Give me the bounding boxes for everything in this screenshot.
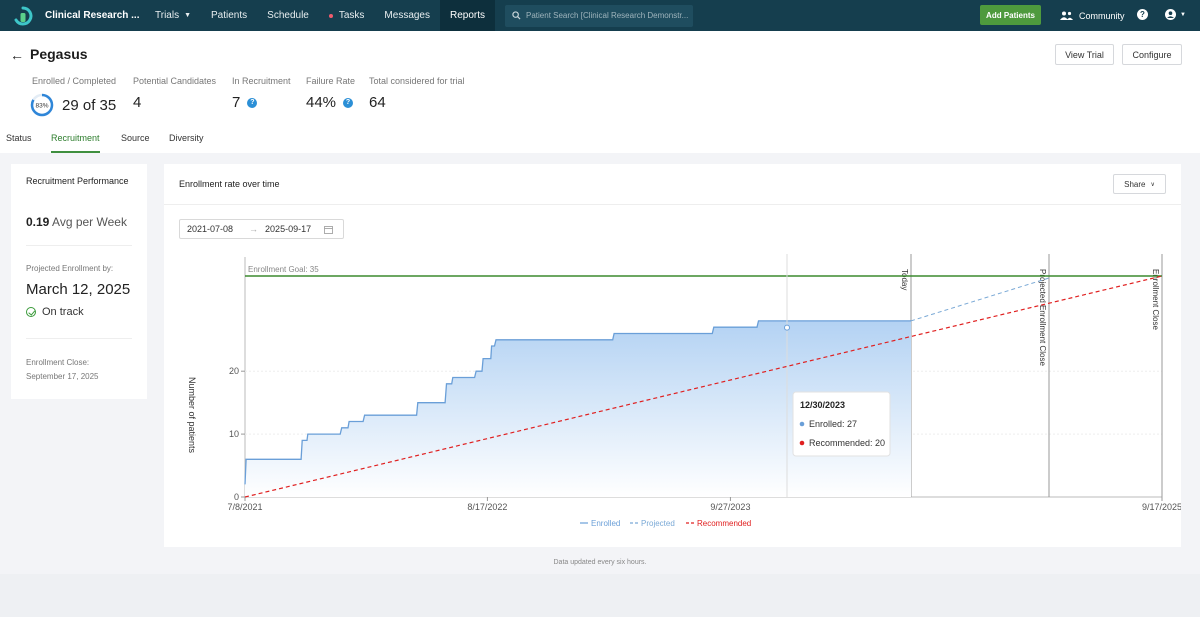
hover-point [784,324,790,331]
x-tick-label: 7/8/2021 [227,502,262,512]
user-menu[interactable]: ▼ [1165,9,1186,20]
footer-note: Data updated every six hours. [553,559,647,566]
on-track-label: On track [42,306,84,318]
nav-reports[interactable]: Reports [440,0,496,31]
enrollment-chart-card: Enrollment rate over time Share ∨ 2021-07… [164,164,1181,547]
community-label: Community [1079,10,1125,21]
projected-date: March 12, 2025 [26,281,131,298]
nav-schedule[interactable]: Schedule [257,0,319,31]
avg-per-week: 0.19 Avg per Week [26,215,127,229]
nav-messages[interactable]: Messages [374,0,440,31]
search-placeholder: Patient Search [Clinical Research Demons… [526,11,689,20]
community-link[interactable]: Community [1060,0,1125,31]
tooltip-date: 12/30/2023 [800,400,845,410]
user-icon [1165,9,1176,20]
check-circle-icon [26,307,36,317]
stat-recruitment-value: 7 [232,94,241,111]
stat-candidates-label: Potential Candidates [133,76,217,86]
marker-label: Today [900,269,909,290]
notification-dot-icon [328,13,333,18]
nav-messages-label: Messages [384,10,430,21]
nav-patients-label: Patients [211,10,248,21]
performance-title: Recruitment Performance [26,176,129,186]
stat-enrolled-label: Enrolled / Completed [32,76,117,86]
stat-enrolled-value: 29 of 35 [62,96,117,114]
progress-ring: 83% [30,93,54,117]
nav-tasks[interactable]: Tasks [319,0,375,31]
avg-label: Avg per Week [52,215,127,229]
stat-recruitment-label: In Recruitment [232,76,291,86]
stat-failure-value-row: 44%? [306,94,354,111]
x-tick-label: 9/27/2023 [710,502,750,512]
chevron-down-icon: ▼ [1180,11,1186,18]
y-tick-label: 0 [234,492,239,502]
legend-label: Projected [641,519,675,528]
nav-trials-label: Trials [155,10,180,21]
close-date: September 17, 2025 [26,372,99,381]
main-menu: Trials ▼ Patients Schedule Tasks Messages… [145,0,496,31]
tooltip-recommended: Recommended: 20 [809,438,885,448]
people-icon [1060,11,1073,20]
stat-candidates-value: 4 [133,94,142,111]
y-tick-label: 10 [229,429,239,439]
top-nav: Clinical Research ... Trials ▼ Patients S… [0,0,1200,31]
nav-patients[interactable]: Patients [201,0,257,31]
projected-label: Projected Enrollment by: [26,264,114,273]
avg-value: 0.19 [26,215,50,229]
chevron-down-icon: ▼ [184,12,192,19]
trial-header: ← Pegasus View Trial Configure Enrolled … [0,31,1200,153]
enrollment-chart: 0 10 20 7/8/2021 8/17/2022 9/27/2023 9/17/2025… [187,254,1181,528]
patient-search-input[interactable]: Patient Search [Clinical Research Demons… [505,4,694,27]
stat-recruitment-value-row: 7? [232,94,258,111]
view-trial-button[interactable]: View Trial [1055,44,1114,65]
help-icon[interactable]: ? [343,97,354,108]
configure-button[interactable]: Configure [1122,44,1182,65]
x-tick-label: 8/17/2022 [467,502,507,512]
page-bottom [0,574,1200,617]
search-icon [512,11,521,20]
on-track-status: On track [26,306,84,318]
projected-line [910,277,1050,322]
legend-label: Enrolled [591,519,620,528]
y-tick-label: 20 [229,366,239,376]
y-axis-label: Number of patients [187,377,197,454]
tab-source[interactable]: Source [121,133,150,151]
progress-ring-label: 83% [35,103,48,110]
legend-label: Recommended [697,519,751,528]
recruitment-performance-card: Recruitment Performance 0.19 Avg per Wee… [11,164,147,399]
divider [26,245,132,246]
tooltip-dot-recommended [799,440,805,446]
tooltip-enrolled: Enrolled: 27 [809,419,857,429]
tab-status[interactable]: Status [6,133,32,151]
stat-total-label: Total considered for trial [369,76,465,86]
nav-reports-label: Reports [450,10,486,21]
tab-recruitment[interactable]: Recruitment [51,133,100,153]
tooltip-dot-enrolled [799,421,805,427]
marker-label: Projected Enrollment Close [1038,269,1047,366]
x-tick-label: 9/17/2025 [1142,502,1181,512]
stat-enrolled-value-row: 83% 29 of 35 [30,93,116,117]
back-arrow-icon[interactable]: ← [10,47,24,63]
goal-label: Enrollment Goal: 35 [248,265,319,274]
tab-diversity[interactable]: Diversity [169,133,204,151]
stat-failure-label: Failure Rate [306,76,356,86]
org-name[interactable]: Clinical Research ... [45,10,141,21]
stat-failure-value: 44% [306,94,337,111]
stat-total-value: 64 [369,94,386,111]
app-logo-icon[interactable] [12,5,34,27]
help-icon[interactable]: ? [1137,9,1148,20]
close-label: Enrollment Close: [26,358,90,367]
nav-tasks-label: Tasks [338,10,365,21]
help-icon[interactable]: ? [247,97,258,108]
nav-trials[interactable]: Trials ▼ [145,0,201,31]
nav-schedule-label: Schedule [267,10,309,21]
trial-title: Pegasus [30,46,88,62]
divider [26,338,132,339]
add-patients-button[interactable]: Add Patients [980,5,1041,25]
